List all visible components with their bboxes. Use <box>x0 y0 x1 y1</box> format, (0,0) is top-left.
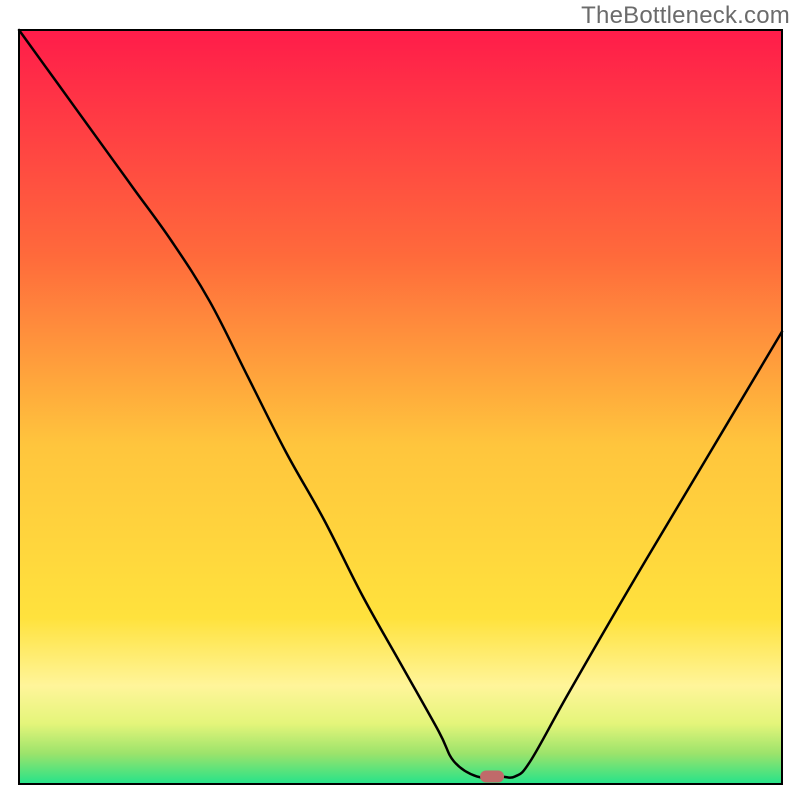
watermark-text: TheBottleneck.com <box>581 2 790 30</box>
bottleneck-chart <box>0 0 800 800</box>
minimum-marker <box>480 770 504 782</box>
gradient-background <box>19 30 782 784</box>
